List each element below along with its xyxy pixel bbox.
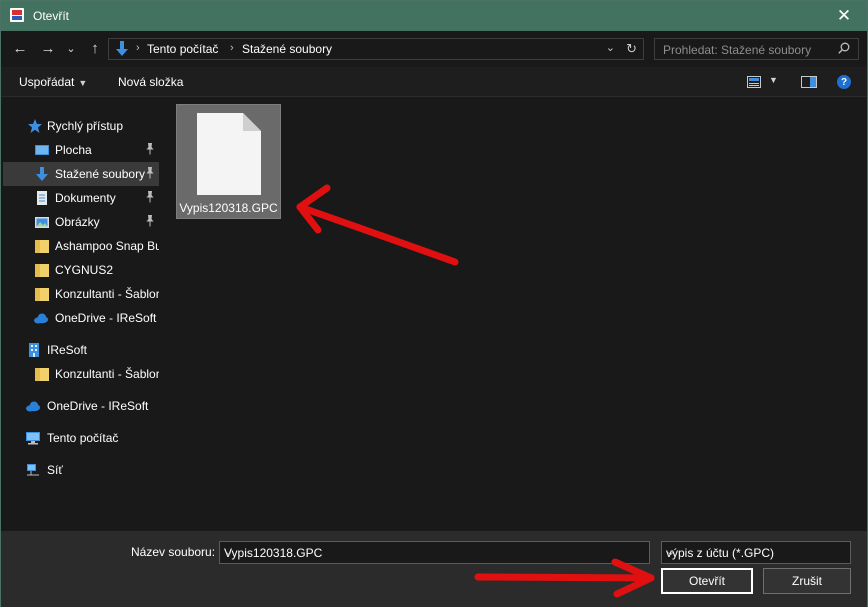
download-icon (116, 41, 128, 56)
sidebar-item-pictures[interactable]: Obrázky (3, 210, 159, 234)
sidebar-item-cygnus2[interactable]: CYGNUS2 (3, 258, 159, 282)
back-button[interactable]: ← (10, 37, 30, 59)
onedrive-icon (26, 401, 40, 412)
filename-history-chevron-icon[interactable]: ⌄ (224, 545, 643, 558)
sidebar-item-quick-access[interactable]: Rychlý přístup (3, 114, 159, 138)
folder-icon (35, 264, 49, 277)
forward-button[interactable]: → (38, 37, 58, 59)
organize-label: Uspořádat (19, 75, 75, 89)
dialog-footer: Název souboru: Vypis120318.GPC ⌄ výpis z… (1, 531, 867, 607)
sidebar-item-label: Dokumenty (55, 191, 116, 205)
chevron-down-icon: ▼ (78, 78, 88, 88)
file-list: Vypis120318.GPC (165, 98, 867, 531)
sidebar-item-konzultanti-2[interactable]: Konzultanti - Šablor (3, 362, 159, 386)
file-name: Vypis120318.GPC (179, 201, 278, 215)
download-icon (36, 167, 48, 181)
sidebar-item-onedrive[interactable]: OneDrive - IReSoft (3, 306, 159, 330)
command-bar: Uspořádat ▼ Nová složka ▼ ? (1, 67, 867, 97)
sidebar-item-iresoft[interactable]: IReSoft (3, 338, 159, 362)
onedrive-icon (34, 313, 48, 324)
organize-button[interactable]: Uspořádat ▼ (19, 75, 87, 89)
sidebar-item-ashampoo[interactable]: Ashampoo Snap Bu (3, 234, 159, 258)
open-button[interactable]: Otevřít (661, 568, 753, 594)
close-button[interactable]: ✕ (821, 1, 867, 31)
sidebar-item-onedrive-2[interactable]: OneDrive - IReSoft (3, 394, 159, 418)
sidebar-item-label: Konzultanti - Šablor (55, 287, 159, 301)
sidebar-item-label: IReSoft (47, 343, 88, 357)
sidebar-item-label: Ashampoo Snap Bu (55, 239, 159, 253)
window-title: Otevřít (33, 9, 70, 23)
file-icon (197, 113, 261, 195)
address-row: ← → ⌄ ↑ › Tento počítač › Stažené soubor… (1, 31, 867, 67)
sidebar-item-label: OneDrive - IReSoft (55, 311, 157, 325)
breadcrumb-this-pc[interactable]: Tento počítač (147, 42, 218, 56)
preview-pane-icon[interactable] (801, 76, 817, 88)
pin-icon (146, 143, 154, 155)
filename-label: Název souboru: (131, 545, 216, 559)
sidebar-item-this-pc[interactable]: Tento počítač (3, 426, 159, 450)
sidebar-item-desktop[interactable]: Plocha (3, 138, 159, 162)
address-history-chevron-icon[interactable]: ⌄ (606, 41, 615, 54)
sidebar-item-label: Tento počítač (47, 431, 119, 445)
sidebar-item-label: Síť (47, 463, 63, 477)
file-item[interactable]: Vypis120318.GPC (176, 104, 281, 219)
desktop-icon (35, 145, 49, 155)
document-icon (37, 191, 47, 205)
view-menu-chevron-icon[interactable]: ▼ (769, 75, 778, 85)
pictures-icon (35, 217, 49, 228)
sidebar-item-label: Stažené soubory (55, 167, 146, 181)
breadcrumb-separator: › (136, 42, 140, 54)
sidebar-item-network[interactable]: Síť (3, 458, 159, 482)
address-bar[interactable]: › Tento počítač › Stažené soubory ⌄ ↻ (108, 38, 644, 60)
search-icon (838, 42, 850, 54)
folder-icon (35, 368, 49, 381)
navigation-pane: Rychlý přístup Plocha Stažené soubory Do… (1, 98, 162, 531)
pin-icon (146, 191, 154, 203)
star-icon (28, 119, 42, 133)
sidebar-item-label: OneDrive - IReSoft (47, 399, 149, 413)
help-icon[interactable]: ? (837, 75, 851, 89)
sidebar-item-label: Konzultanti - Šablor (55, 367, 159, 381)
sidebar-item-downloads[interactable]: Stažené soubory (3, 162, 159, 186)
sidebar-item-documents[interactable]: Dokumenty (3, 186, 159, 210)
sidebar-item-label: Rychlý přístup (47, 119, 124, 133)
sidebar-item-label: Plocha (55, 143, 92, 157)
sidebar-item-konzultanti[interactable]: Konzultanti - Šablor (3, 282, 159, 306)
sidebar-item-label: CYGNUS2 (55, 263, 114, 277)
pin-icon (146, 215, 154, 227)
breadcrumb-separator: › (230, 42, 234, 54)
pin-icon (146, 167, 154, 179)
view-options-icon[interactable] (747, 76, 761, 88)
filetype-select[interactable]: výpis z účtu (*.GPC) ⌄ (661, 541, 851, 564)
cancel-button[interactable]: Zrušit (763, 568, 851, 594)
recent-locations-button[interactable]: ⌄ (64, 37, 78, 59)
building-icon (29, 343, 39, 357)
search-input[interactable]: Prohledat: Stažené soubory (654, 38, 859, 60)
computer-icon (26, 432, 40, 445)
open-file-dialog: Otevřít ✕ ← → ⌄ ↑ › Tento počítač › Staž… (0, 0, 868, 607)
breadcrumb-downloads[interactable]: Stažené soubory (242, 42, 332, 56)
sidebar-item-label: Obrázky (55, 215, 100, 229)
chevron-down-icon: ⌄ (666, 546, 676, 558)
folder-icon (35, 240, 49, 253)
refresh-icon[interactable]: ↻ (626, 41, 637, 57)
filename-field[interactable]: Vypis120318.GPC ⌄ (219, 541, 650, 564)
new-folder-button[interactable]: Nová složka (118, 75, 183, 89)
up-button[interactable]: ↑ (85, 37, 105, 59)
folder-icon (35, 288, 49, 301)
search-placeholder: Prohledat: Stažené soubory (663, 43, 812, 57)
title-bar: Otevřít ✕ (1, 1, 867, 31)
network-icon (27, 464, 39, 476)
app-icon (10, 8, 24, 22)
